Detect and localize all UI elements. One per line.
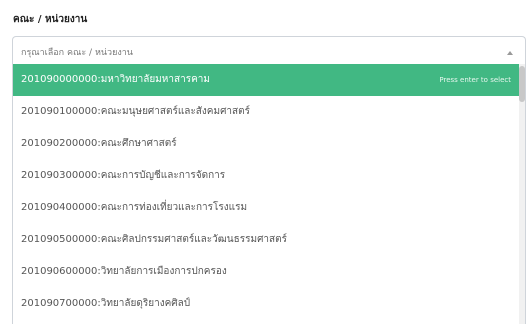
option-label: 201090300000:คณะการบัญชีและการจัดการ	[21, 170, 226, 181]
option-label: 201090000000:มหาวิทยาลัยมหาสารคาม	[21, 74, 210, 85]
dropdown-options[interactable]: 201090000000:มหาวิทยาลัยมหาสารคาม Press …	[12, 64, 526, 324]
faculty-select[interactable]: กรุณาเลือก คณะ / หน่วยงาน	[12, 36, 526, 64]
option-item[interactable]: 201090000000:มหาวิทยาลัยมหาสารคาม Press …	[13, 64, 525, 96]
option-label: 201090200000:คณะศึกษาศาสตร์	[21, 138, 177, 149]
option-label: 201090700000:วิทยาลัยดุริยางคศิลป์	[21, 298, 191, 309]
field-label: คณะ / หน่วยงาน	[13, 14, 88, 25]
option-item[interactable]: 201090600000:วิทยาลัยการเมืองการปกครอง	[13, 256, 525, 288]
option-item[interactable]: 201090500000:คณะศิลปกรรมศาสตร์และวัฒนธรร…	[13, 224, 525, 256]
option-label: 201090500000:คณะศิลปกรรมศาสตร์และวัฒนธรร…	[21, 234, 287, 245]
select-placeholder: กรุณาเลือก คณะ / หน่วยงาน	[21, 48, 133, 58]
option-label: 201090100000:คณะมนุษยศาสตร์และสังคมศาสตร…	[21, 106, 251, 117]
option-item[interactable]: 201090100000:คณะมนุษยศาสตร์และสังคมศาสตร…	[13, 96, 525, 128]
dropdown-scrollbar[interactable]	[519, 64, 525, 324]
option-item[interactable]: 201090400000:คณะการท่องเที่ยวและการโรงแร…	[13, 192, 525, 224]
scrollbar-thumb[interactable]	[519, 66, 525, 102]
option-label: 201090600000:วิทยาลัยการเมืองการปกครอง	[21, 266, 227, 277]
option-item[interactable]: 201090300000:คณะการบัญชีและการจัดการ	[13, 160, 525, 192]
chevron-up-icon[interactable]	[507, 51, 513, 55]
select-hint: Press enter to select	[439, 76, 511, 84]
option-label: 201090400000:คณะการท่องเที่ยวและการโรงแร…	[21, 202, 248, 213]
option-item[interactable]: 201090700000:วิทยาลัยดุริยางคศิลป์	[13, 288, 525, 320]
option-item[interactable]: 201090200000:คณะศึกษาศาสตร์	[13, 128, 525, 160]
